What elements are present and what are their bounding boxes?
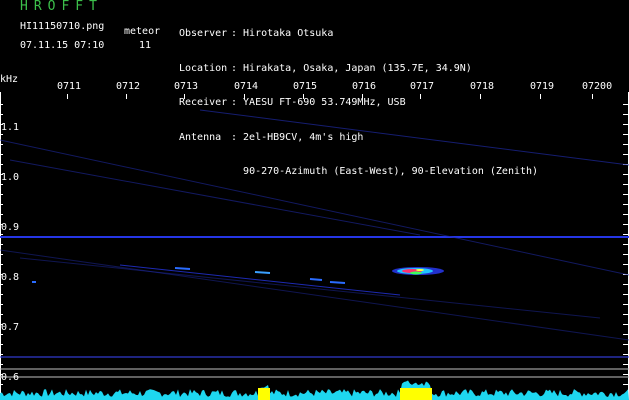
y-tick-label: 0.8 — [1, 272, 20, 283]
meteor-echo-2 — [174, 267, 191, 270]
x-tick-label: 0716 — [352, 81, 377, 92]
x-tick-label: 0717 — [410, 81, 435, 92]
spectrogram — [0, 92, 629, 400]
x-tick-label: 07200 — [582, 81, 613, 92]
drift-line-1 — [199, 109, 629, 166]
y-tick-label: 0.6 — [1, 372, 20, 383]
meteor-echo-4 — [329, 281, 346, 284]
drift-line-6 — [119, 264, 401, 296]
level-peak — [400, 388, 432, 400]
x-tick-label: 0718 — [470, 81, 495, 92]
y-tick-label: 1.0 — [1, 172, 20, 183]
x-tick-label: 0712 — [116, 81, 141, 92]
drift-line-5 — [19, 257, 601, 319]
y-tick-label: 0.7 — [1, 322, 20, 333]
y-tick-marks — [0, 104, 629, 395]
x-tick-label: 0719 — [530, 81, 555, 92]
y-tick-label: 1.1 — [1, 122, 20, 133]
level-noise — [0, 380, 629, 400]
x-tick-label: 0711 — [57, 81, 82, 92]
level-peak — [258, 388, 270, 400]
drift-line-3 — [9, 159, 421, 236]
drift-line-2 — [0, 139, 629, 276]
drift-line-4 — [0, 249, 629, 341]
x-tick-marks — [67, 94, 593, 99]
x-tick-label: 0715 — [293, 81, 318, 92]
meteor-echo-3 — [309, 278, 323, 281]
meteor-echo-1 — [254, 271, 271, 274]
level-graph — [0, 380, 629, 400]
main-meteor-echo — [392, 267, 444, 275]
y-tick-label: 0.9 — [1, 222, 20, 233]
x-tick-label: 0713 — [174, 81, 199, 92]
x-tick-label: 0714 — [234, 81, 259, 92]
